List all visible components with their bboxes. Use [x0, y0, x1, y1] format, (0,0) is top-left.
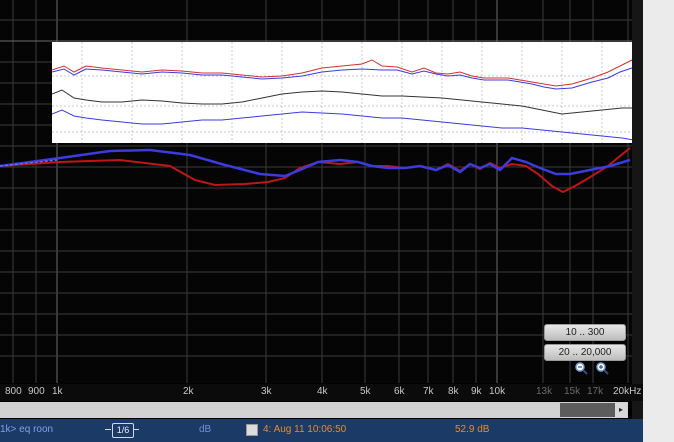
- freq-tick-3k: 3k: [261, 386, 272, 397]
- freq-tick-800: 800: [5, 386, 22, 397]
- freq-tick-6k: 6k: [394, 386, 405, 397]
- measurement-label: 4: Aug 11 10:06:50: [263, 424, 347, 435]
- freq-tick-4k: 4k: [317, 386, 328, 397]
- level-value: 52.9 dB: [455, 424, 490, 435]
- freq-tick-15k: 15k: [564, 386, 581, 397]
- freq-tick-2k: 2k: [183, 386, 194, 397]
- magnifier-minus-icon[interactable]: [573, 361, 591, 375]
- freq-tick-17k: 17k: [587, 386, 604, 397]
- inset-blue-bottom-trace: [52, 109, 634, 141]
- eq-name-label: 1k> eq roon: [0, 424, 54, 435]
- scrollbar-thumb[interactable]: [560, 403, 615, 417]
- inset-red-trace: [52, 59, 633, 87]
- freq-tick-9k: 9k: [471, 386, 482, 397]
- range-20-20000-button[interactable]: 20 .. 20,000: [544, 344, 626, 361]
- freq-tick-13k: 13k: [536, 386, 553, 397]
- status-bar: 1k> eq roon 1/6 dB 4: Aug 11 10:06:50 52…: [0, 419, 643, 442]
- horizontal-scrollbar[interactable]: ▸: [0, 402, 628, 418]
- inset-plot-svg: [52, 42, 634, 143]
- inset-blue-top-trace: [52, 67, 633, 90]
- right-side-panel: [643, 0, 674, 442]
- measurement-checkbox[interactable]: [246, 424, 258, 436]
- smoothing-dash-left: [105, 429, 111, 430]
- frequency-axis: 800 900 1k 2k 3k 4k 5k 6k 7k 8k 9k 10k 1…: [0, 384, 643, 401]
- smoothing-dash-right: [133, 429, 139, 430]
- freq-tick-7k: 7k: [423, 386, 434, 397]
- red-response-trace: [0, 147, 631, 194]
- freq-tick-1k: 1k: [52, 386, 63, 397]
- freq-tick-900: 900: [28, 386, 45, 397]
- freq-tick-5k: 5k: [360, 386, 371, 397]
- plot-right-edge: [632, 0, 643, 442]
- arrow-right-icon[interactable]: ▸: [615, 403, 627, 417]
- inset-comparison-plot: [52, 42, 634, 143]
- freq-tick-10k: 10k: [489, 386, 506, 397]
- magnifier-plus-icon[interactable]: [594, 361, 612, 375]
- smoothing-value: 1/6: [112, 423, 134, 438]
- unit-label: dB: [199, 424, 212, 435]
- range-10-300-button[interactable]: 10 .. 300: [544, 324, 626, 341]
- freq-tick-20khz: 20kHz: [613, 386, 642, 397]
- smoothing-selector[interactable]: 1/6: [105, 423, 139, 438]
- inset-black-trace: [52, 89, 634, 115]
- freq-tick-8k: 8k: [448, 386, 459, 397]
